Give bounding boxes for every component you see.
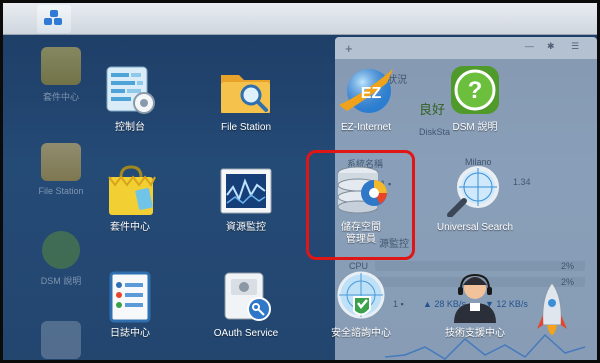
security-advisor-icon [332, 271, 390, 323]
control-panel-icon [101, 65, 159, 117]
help-icon: ? [446, 65, 504, 117]
app-support-center[interactable]: 技術支援中心 [430, 271, 520, 340]
cpu-percent: 2% [561, 261, 575, 271]
package-icon [41, 47, 81, 85]
app-label: Universal Search [436, 222, 514, 233]
pin-icon[interactable]: ✱ [547, 41, 555, 52]
desktop-shortcut-extra[interactable] [31, 321, 91, 360]
cpu-bar [375, 261, 585, 271]
help-icon [42, 231, 80, 269]
minimize-icon[interactable]: — [525, 41, 534, 51]
widget-menu-icon[interactable]: ☰ [571, 41, 579, 52]
rocket-icon [537, 282, 567, 335]
app-label: DSM 說明 [452, 122, 498, 133]
desktop-shortcut-label: 套件中心 [42, 92, 79, 102]
app-label: EZ-Internet [340, 122, 392, 133]
app-icon [41, 321, 81, 359]
package-icon [101, 165, 159, 217]
app-universal-search[interactable]: Universal Search [430, 165, 520, 234]
support-center-icon [446, 271, 504, 323]
app-log-center[interactable]: 日誌中心 [85, 271, 175, 340]
svg-text:?: ? [468, 77, 483, 104]
app-control-panel[interactable]: 控制台 [85, 65, 175, 134]
svg-text:EZ: EZ [361, 85, 382, 102]
app-label: File Station [220, 122, 272, 133]
app-resource-monitor[interactable]: 資源監控 [201, 165, 291, 234]
desktop-shortcut-dsm-help[interactable]: DSM 說明 [31, 231, 91, 287]
app-ez-internet[interactable]: EZ EZ-Internet [321, 65, 411, 134]
main-menu-button[interactable] [37, 5, 71, 33]
oauth-service-icon [217, 271, 275, 323]
app-label: 資源監控 [226, 222, 266, 233]
highlight-box [306, 150, 415, 260]
log-center-icon [101, 271, 159, 323]
app-dsm-help[interactable]: ? DSM 說明 [430, 65, 520, 134]
app-file-station[interactable]: File Station [201, 65, 291, 134]
app-security-advisor[interactable]: 安全諮詢中心 [316, 271, 406, 340]
ez-internet-icon: EZ [337, 65, 395, 117]
folder-icon [41, 143, 81, 181]
add-widget-icon[interactable]: + [345, 41, 353, 56]
app-package-center[interactable]: 套件中心 [85, 165, 175, 234]
widget-toolbar: + — ✱ ☰ [335, 37, 597, 59]
app-label: OAuth Service [213, 328, 279, 339]
desktop-shortcut-label: DSM 說明 [40, 276, 82, 286]
desktop-shortcut-package-center[interactable]: 套件中心 [31, 47, 91, 103]
desktop: 套件中心 File Station DSM 說明 + — ✱ ☰ 統狀況 良好 … [0, 0, 600, 363]
desktop-shortcut-label: File Station [38, 186, 84, 196]
app-label: 控制台 [115, 122, 145, 133]
taskbar [3, 3, 597, 35]
app-label: 日誌中心 [110, 328, 150, 339]
universal-search-icon [446, 165, 504, 218]
app-label: 技術支援中心 [445, 328, 505, 339]
grid-icon [44, 10, 64, 28]
resource-monitor-icon [217, 165, 275, 217]
desktop-shortcut-file-station[interactable]: File Station [31, 143, 91, 196]
app-label: 套件中心 [110, 222, 150, 233]
cpu-label: CPU [349, 261, 369, 271]
app-label: 安全諮詢中心 [331, 328, 391, 339]
folder-search-icon [217, 65, 275, 117]
app-oauth-service[interactable]: OAuth Service [201, 271, 291, 340]
